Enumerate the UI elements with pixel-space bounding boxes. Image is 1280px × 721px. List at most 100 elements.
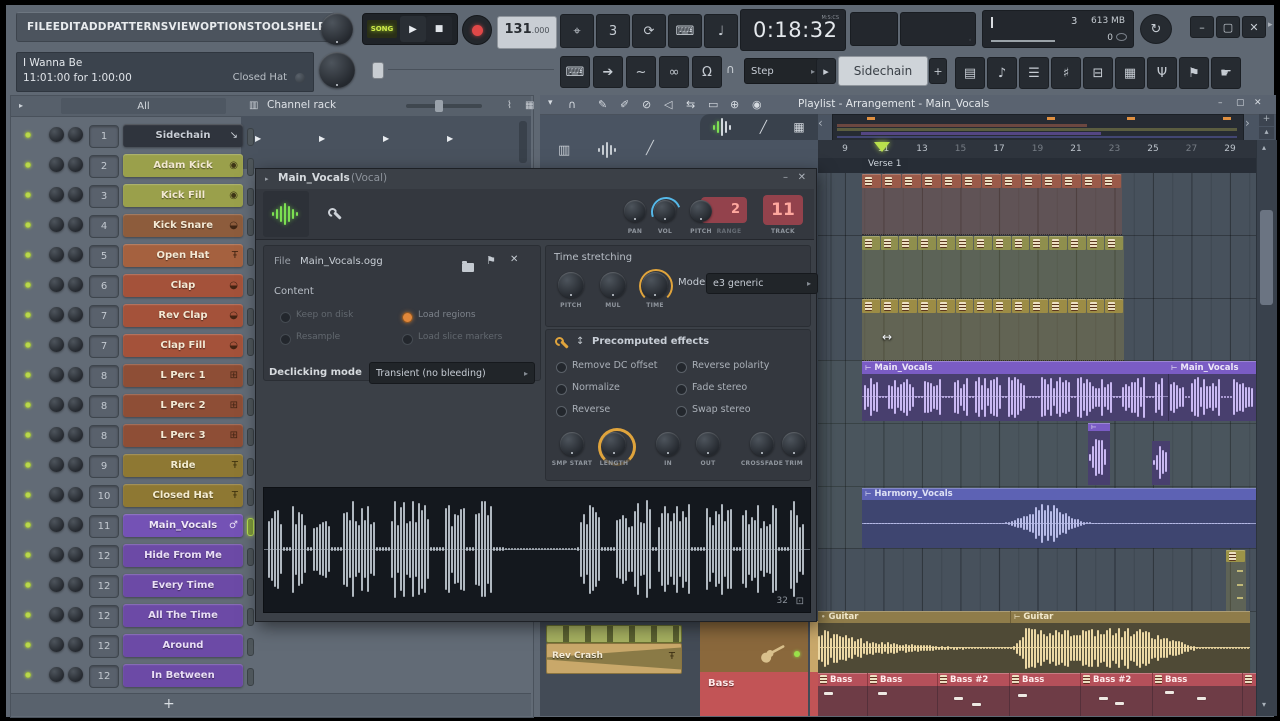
pattern-clip-bass[interactable]: Bass [1010,673,1081,716]
pattern-block[interactable] [862,236,880,250]
channel-number-badge[interactable]: 12 [89,635,119,658]
channel-enable-led[interactable] [25,252,31,258]
tempo-display[interactable]: 131 .000 [497,16,557,49]
pattern-block[interactable] [1049,299,1067,313]
playlist-menu-icon[interactable]: ▾ [548,98,553,108]
channel-target-indicator[interactable] [247,278,254,296]
load-slice-markers-radio[interactable] [402,334,413,345]
pattern-block[interactable] [974,299,992,313]
channel-button[interactable]: ◒Rev Clap [123,304,243,327]
channel-number-badge[interactable]: 6 [89,275,119,298]
pattern-block[interactable] [962,174,981,188]
pattern-block[interactable] [1030,236,1048,250]
wait-for-input-button[interactable]: ⌖ [560,14,594,48]
sample-waveform-preview[interactable]: 32 ⊡ [263,487,811,613]
picker-tab-pattern-icon[interactable]: ▦ [793,120,804,134]
pitch-knob[interactable] [690,200,712,222]
channel-volume-knob[interactable] [68,667,83,682]
stretch-pitch-knob[interactable] [558,272,584,298]
pattern-block[interactable] [881,236,899,250]
channel-target-indicator[interactable] [247,128,254,146]
slide-button[interactable]: ~ [626,56,656,88]
channel-button[interactable]: ŦRide [123,454,243,477]
pattern-block[interactable] [956,299,974,313]
channel-filter-select[interactable]: All [61,98,226,114]
picker-item-pattern-green[interactable] [546,625,682,643]
toggle-mixer-button[interactable]: ♯ [1051,57,1081,89]
channel-pan-knob[interactable] [49,337,64,352]
channel-number-badge[interactable]: 8 [89,365,119,388]
channel-pan-knob[interactable] [49,187,64,202]
pattern-block[interactable] [1102,174,1121,188]
picker-item-partial[interactable] [810,672,818,716]
loop-record-button[interactable]: ⟳ [632,14,666,48]
touch-controller-button[interactable]: ☛ [1211,57,1241,89]
channel-button[interactable]: Every Time [123,574,243,597]
pin-icon[interactable]: ↕ [576,336,584,347]
channel-button[interactable]: ⊞L Perc 3 [123,424,243,447]
channel-button[interactable]: All The Time [123,604,243,627]
mute-tool-icon[interactable]: ◁ [664,98,672,111]
channel-number-badge[interactable]: 8 [89,425,119,448]
close-button[interactable]: ✕ [1242,16,1266,38]
pattern-block[interactable] [899,299,917,313]
picker-cat-pattern-icon[interactable]: ▥ [558,143,570,158]
toolbar-overflow-icon[interactable]: ▸ [1268,20,1273,30]
channel-number-badge[interactable]: 12 [89,665,119,688]
channel-target-indicator[interactable] [247,338,254,356]
toggle-plugin-database-button[interactable]: ▦ [1115,57,1145,89]
channel-target-indicator[interactable] [247,458,254,476]
overview-expand-button[interactable]: ▴ [1259,127,1274,139]
tab-settings[interactable] [311,191,357,237]
pattern-play-button[interactable]: ▸ [816,58,836,84]
snap-selector[interactable]: Step ▸ [744,58,822,84]
channel-target-indicator[interactable] [247,308,254,326]
picker-item-partial[interactable] [810,621,818,672]
draw-tool-icon[interactable]: ✎ [598,98,607,111]
countdown-button[interactable]: 3 [596,14,630,48]
fit-icon[interactable]: ⊡ [796,596,804,607]
audio-clip-main-vocals[interactable]: ⊢Main_Vocals [862,361,1168,421]
channel-target-indicator[interactable] [247,428,254,446]
resample-radio[interactable] [280,334,291,345]
channel-pan-knob[interactable] [49,367,64,382]
open-file-icon[interactable] [462,263,474,272]
channel-pan-knob[interactable] [49,247,64,262]
pattern-block[interactable] [942,174,961,188]
audio-clip-cut[interactable] [1152,441,1170,485]
pattern-block[interactable] [1022,174,1041,188]
load-regions-radio[interactable] [402,312,413,323]
channel-number-badge[interactable]: 12 [89,575,119,598]
channel-volume-knob[interactable] [68,607,83,622]
pattern-block[interactable] [862,299,880,313]
pattern-block[interactable] [1002,174,1021,188]
toggle-channel-rack-button[interactable]: ☰ [1019,57,1049,89]
channel-button[interactable]: ♂Main_Vocals [123,514,243,537]
pattern-block[interactable] [1049,236,1067,250]
pattern-block[interactable] [1105,299,1123,313]
menu-item-options[interactable]: OPTIONS [200,21,254,33]
channel-target-indicator[interactable] [247,578,254,596]
picker-cat-automation-icon[interactable]: ╱ [646,141,654,156]
zoom-tool-icon[interactable]: ⊕ [730,98,739,111]
channel-pan-knob[interactable] [49,577,64,592]
playlist-track-lane[interactable] [818,423,1256,487]
menu-item-patterns[interactable]: PATTERNS [107,21,169,33]
channel-target-indicator[interactable] [247,608,254,626]
channel-button[interactable]: Around [123,634,243,657]
overview-zoom-button[interactable]: + [1259,114,1274,126]
pattern-block[interactable] [1226,550,1245,562]
channel-button[interactable]: ŦOpen Hat [123,244,243,267]
channel-enable-led[interactable] [25,282,31,288]
pattern-clip-bass[interactable]: Bass #2 [1081,673,1153,716]
oscilloscope-panel[interactable] [850,12,898,46]
arrangement-marker[interactable]: Verse 1 [862,158,908,171]
menu-item-view[interactable]: VIEW [169,21,201,33]
channel-pan-knob[interactable] [49,397,64,412]
channel-volume-knob[interactable] [68,337,83,352]
channel-pan-knob[interactable] [49,637,64,652]
channel-button[interactable]: ŦClosed Hat [123,484,243,507]
channel-pan-knob[interactable] [49,427,64,442]
channel-button[interactable]: ⊞L Perc 2 [123,394,243,417]
snap-magnet-icon[interactable]: ∩ [726,62,735,76]
